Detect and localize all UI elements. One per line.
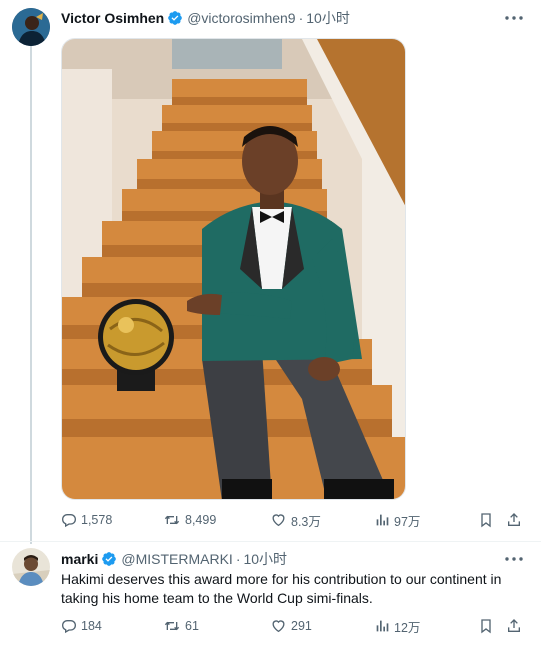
share-button[interactable] xyxy=(506,616,522,636)
tweet-actions: 1,578 8,499 8.3万 97万 xyxy=(61,510,531,530)
reply-author-avatar[interactable] xyxy=(12,548,50,586)
separator-dot: · xyxy=(298,10,304,26)
reply-button[interactable]: 1,578 xyxy=(61,510,112,530)
tweet-author-avatar[interactable] xyxy=(12,8,50,46)
view-count: 97万 xyxy=(394,514,421,529)
like-button[interactable]: 8.3万 xyxy=(270,510,321,530)
reply-author-name[interactable]: marki xyxy=(61,551,98,567)
verified-badge-icon xyxy=(101,551,117,567)
reply-button[interactable]: 184 xyxy=(61,616,102,636)
retweet-icon xyxy=(164,515,180,525)
retweet-count: 61 xyxy=(185,619,199,633)
tweet-divider xyxy=(0,541,541,542)
views-button[interactable]: 97万 xyxy=(374,510,420,530)
bookmark-button[interactable] xyxy=(478,510,494,530)
reply-timestamp[interactable]: 10小时 xyxy=(243,549,287,569)
tweet-photo[interactable] xyxy=(61,38,406,500)
retweet-icon xyxy=(164,621,180,631)
more-icon[interactable] xyxy=(504,10,524,26)
timestamp[interactable]: 10小时 xyxy=(306,8,350,28)
reply-text: Hakimi deserves this award more for his … xyxy=(61,571,502,606)
like-icon xyxy=(272,620,285,633)
bookmark-icon xyxy=(481,619,491,634)
retweet-button[interactable]: 61 xyxy=(163,616,199,636)
more-icon[interactable] xyxy=(504,551,524,567)
verified-badge-icon xyxy=(167,10,183,26)
view-count: 12万 xyxy=(394,620,421,635)
reply-count: 184 xyxy=(81,619,102,633)
reply-author-handle[interactable]: @MISTERMARKI xyxy=(121,551,232,567)
like-count: 8.3万 xyxy=(291,514,321,529)
bookmark-icon xyxy=(481,513,491,528)
views-icon xyxy=(376,514,389,526)
author-handle[interactable]: @victorosimhen9 xyxy=(187,10,295,26)
share-icon xyxy=(508,619,520,632)
views-icon xyxy=(376,620,389,632)
separator-dot: · xyxy=(235,551,241,567)
reply-count: 1,578 xyxy=(81,513,113,527)
author-name[interactable]: Victor Osimhen xyxy=(61,10,164,26)
thread-line xyxy=(30,46,32,544)
retweet-count: 8,499 xyxy=(185,513,217,527)
tweet-header: Victor Osimhen @victorosimhen9 · 10小时 xyxy=(61,8,350,28)
like-button[interactable]: 291 xyxy=(270,616,312,636)
reply-icon xyxy=(61,620,77,634)
reply-icon xyxy=(61,514,77,528)
like-icon xyxy=(272,514,285,527)
like-count: 291 xyxy=(291,619,312,633)
reply-actions: 184 61 291 12万 xyxy=(61,616,531,636)
views-button[interactable]: 12万 xyxy=(374,616,420,636)
share-icon xyxy=(508,513,520,526)
bookmark-button[interactable] xyxy=(478,616,494,636)
reply-header: marki @MISTERMARKI · 10小时 xyxy=(61,549,287,569)
share-button[interactable] xyxy=(506,510,522,530)
retweet-button[interactable]: 8,499 xyxy=(163,510,216,530)
